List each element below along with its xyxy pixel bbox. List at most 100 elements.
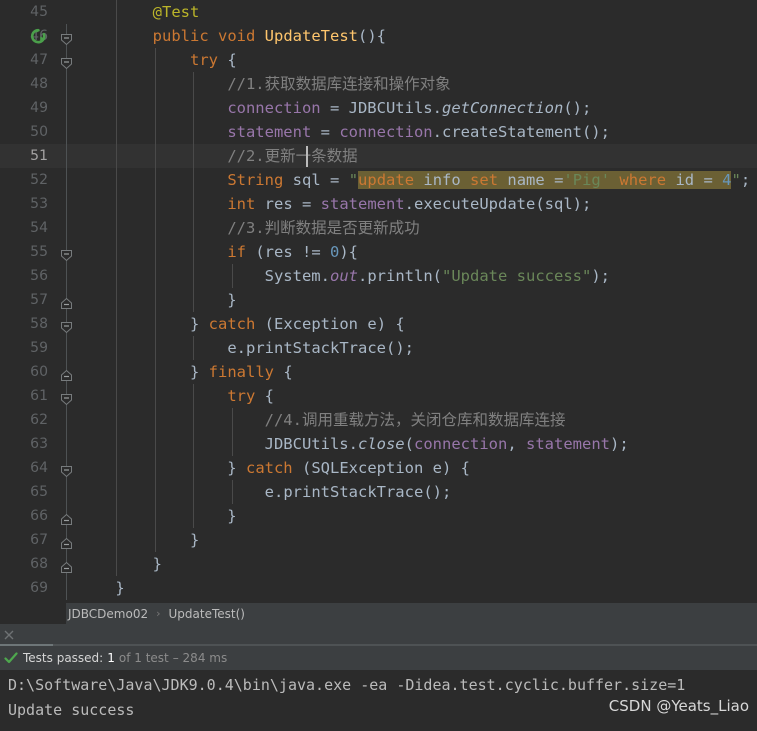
- line-number: 53: [30, 196, 48, 212]
- code-text: } catch (SQLException e) {: [78, 459, 470, 477]
- watermark-label: CSDN @Yeats_Liao: [608, 697, 749, 715]
- console-line-2: Update success: [8, 701, 135, 719]
- code-line[interactable]: 66 }: [0, 504, 757, 528]
- breadcrumb-method[interactable]: UpdateTest(): [167, 607, 247, 621]
- code-line[interactable]: 47 try {: [0, 48, 757, 72]
- fold-guide: [66, 120, 67, 144]
- fold-guide: [66, 264, 67, 288]
- code-line[interactable]: 54 //3.判断数据是否更新成功: [0, 216, 757, 240]
- code-line[interactable]: 50 statement = connection.createStatemen…: [0, 120, 757, 144]
- code-line[interactable]: 52 String sql = "update info set name ='…: [0, 168, 757, 192]
- fold-guide: [66, 480, 67, 504]
- fold-open-icon[interactable]: [60, 389, 73, 406]
- code-line[interactable]: 61 try {: [0, 384, 757, 408]
- code-line[interactable]: 58 } catch (Exception e) {: [0, 312, 757, 336]
- code-text: }: [78, 507, 237, 525]
- code-text: }: [78, 291, 237, 309]
- console-line-1: D:\Software\Java\JDK9.0.4\bin\java.exe -…: [8, 676, 686, 694]
- code-line[interactable]: 65 e.printStackTrace();: [0, 480, 757, 504]
- fold-guide: [66, 96, 67, 120]
- line-number: 58: [30, 316, 48, 332]
- line-number: 51: [30, 148, 48, 164]
- line-number: 62: [30, 412, 48, 428]
- code-line[interactable]: 57 }: [0, 288, 757, 312]
- fold-guide: [66, 144, 67, 168]
- fold-close-icon[interactable]: [60, 293, 73, 309]
- code-text: //2.更新一条数据: [227, 147, 358, 165]
- line-number: 56: [30, 268, 48, 284]
- fold-open-icon[interactable]: [60, 245, 73, 262]
- fold-guide: [66, 576, 67, 600]
- code-line[interactable]: 49 connection = JDBCUtils.getConnection(…: [0, 96, 757, 120]
- code-line[interactable]: 51 //2.更新一条数据: [0, 144, 757, 168]
- code-text: String sql = "update info set name ='Pig…: [227, 171, 751, 189]
- line-number: 61: [30, 388, 48, 404]
- code-text: }: [78, 555, 162, 573]
- line-number: 60: [30, 364, 48, 380]
- code-line[interactable]: 64 } catch (SQLException e) {: [0, 456, 757, 480]
- fold-guide: [66, 408, 67, 432]
- line-number: 69: [30, 580, 48, 596]
- code-line[interactable]: 68 }: [0, 552, 757, 576]
- breadcrumb-gutter-pad: [0, 602, 66, 625]
- fold-guide: [66, 168, 67, 192]
- code-line[interactable]: 56 System.out.println("Update success");: [0, 264, 757, 288]
- fold-close-icon[interactable]: [60, 533, 73, 549]
- idea-editor-window: 45 @Test 46 public void UpdateTest(){47 t…: [0, 0, 757, 731]
- code-text: @Test: [152, 3, 200, 21]
- line-number: 49: [30, 100, 48, 116]
- code-text: //1.获取数据库连接和操作对象: [227, 75, 451, 93]
- fold-guide: [66, 192, 67, 216]
- line-number: 64: [30, 460, 48, 476]
- run-tool-window: Tests passed: 1 of 1 test – 284 ms D:\So…: [0, 624, 757, 731]
- fold-guide: [66, 72, 67, 96]
- line-number: 68: [30, 556, 48, 572]
- code-line[interactable]: 60 } finally {: [0, 360, 757, 384]
- code-line[interactable]: 46 public void UpdateTest(){: [0, 24, 757, 48]
- text-caret: [306, 146, 308, 167]
- line-number: 50: [30, 124, 48, 140]
- line-number: 57: [30, 292, 48, 308]
- breadcrumb: JDBCDemo02 › UpdateTest(): [0, 602, 757, 625]
- breadcrumb-class[interactable]: JDBCDemo02: [66, 607, 150, 621]
- breadcrumb-separator-icon: ›: [156, 607, 161, 620]
- code-text: if (res != 0){: [227, 243, 358, 261]
- run-test-icon[interactable]: [30, 28, 47, 45]
- tests-passed-count: 1: [107, 651, 115, 665]
- code-text: try {: [189, 51, 237, 69]
- fold-guide: [66, 216, 67, 240]
- fold-close-icon[interactable]: [60, 509, 73, 525]
- fold-open-icon[interactable]: [60, 461, 73, 478]
- fold-open-icon[interactable]: [60, 29, 73, 46]
- fold-guide: [66, 432, 67, 456]
- code-line[interactable]: 45 @Test: [0, 0, 757, 24]
- line-number: 63: [30, 436, 48, 452]
- code-text: try {: [227, 387, 274, 405]
- line-number: 52: [30, 172, 48, 188]
- fold-open-icon[interactable]: [60, 53, 73, 70]
- code-line[interactable]: 59 e.printStackTrace();: [0, 336, 757, 360]
- code-text: } finally {: [78, 363, 293, 381]
- code-line[interactable]: 53 int res = statement.executeUpdate(sql…: [0, 192, 757, 216]
- close-icon[interactable]: [2, 627, 16, 641]
- code-line[interactable]: 62 //4.调用重载方法，关闭仓库和数据库连接: [0, 408, 757, 432]
- line-number: 47: [30, 52, 48, 68]
- line-number: 67: [30, 532, 48, 548]
- fold-open-icon[interactable]: [60, 317, 73, 334]
- code-text: statement = connection.createStatement()…: [227, 123, 610, 141]
- code-text: e.printStackTrace();: [264, 483, 452, 501]
- code-text: //3.判断数据是否更新成功: [227, 219, 420, 237]
- code-text: //4.调用重载方法，关闭仓库和数据库连接: [264, 411, 566, 429]
- code-line[interactable]: 63 JDBCUtils.close(connection, statement…: [0, 432, 757, 456]
- code-editor[interactable]: 45 @Test 46 public void UpdateTest(){47 t…: [0, 0, 757, 600]
- fold-close-icon[interactable]: [60, 365, 73, 381]
- code-line[interactable]: 67 }: [0, 528, 757, 552]
- code-text: connection = JDBCUtils.getConnection();: [227, 99, 592, 117]
- tests-passed-label: Tests passed:: [23, 651, 104, 665]
- code-line[interactable]: 69 }: [0, 576, 757, 600]
- code-line[interactable]: 48 //1.获取数据库连接和操作对象: [0, 72, 757, 96]
- console-output[interactable]: D:\Software\Java\JDK9.0.4\bin\java.exe -…: [0, 670, 757, 731]
- code-line[interactable]: 55 if (res != 0){: [0, 240, 757, 264]
- test-status-bar: Tests passed: 1 of 1 test – 284 ms: [0, 646, 757, 670]
- fold-close-icon[interactable]: [60, 557, 73, 573]
